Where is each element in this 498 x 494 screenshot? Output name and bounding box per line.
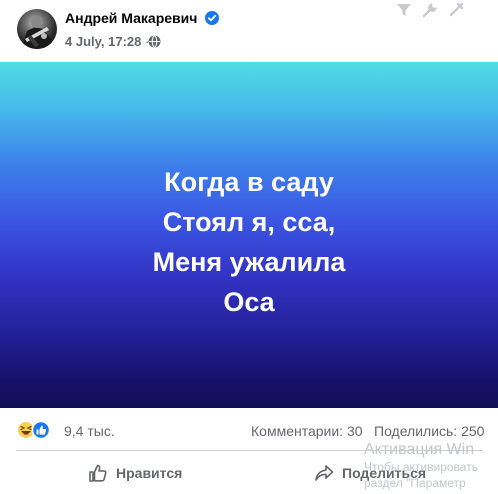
wrench-icon[interactable]	[422, 2, 438, 18]
comments-count[interactable]: Комментарии: 30	[251, 423, 363, 439]
share-label: Поделиться	[342, 465, 427, 481]
share-button[interactable]: Поделиться	[314, 458, 426, 488]
post-image-text: Когда в саду Стоял я, сса, Меня ужалила …	[0, 162, 498, 322]
like-label: Нравится	[116, 465, 183, 481]
poem-line: Оса	[223, 287, 275, 317]
post-header: Андрей Макаревич 4 July, 17:28 ·	[0, 0, 498, 62]
poem-line: Когда в саду	[164, 167, 334, 197]
like-icon	[31, 420, 51, 440]
globe-icon	[148, 35, 161, 48]
settings-icon[interactable]	[448, 2, 464, 18]
post-timestamp[interactable]: 4 July, 17:28 ·	[65, 34, 149, 49]
author-name[interactable]: Андрей Макаревич	[65, 10, 197, 26]
post-stats: 9,4 тыс. Комментарии: 30 Поделились: 250	[0, 416, 498, 444]
share-arrow-icon	[315, 465, 334, 481]
reaction-icons[interactable]	[17, 420, 59, 440]
post-actions: Нравится Поделиться	[0, 452, 498, 494]
verified-badge-icon	[205, 11, 219, 25]
filter-icon[interactable]	[396, 2, 412, 18]
thumbs-up-icon	[89, 464, 107, 482]
post-time-text[interactable]: 4 July, 17:28	[65, 34, 141, 49]
reactions-count[interactable]: 9,4 тыс.	[64, 423, 115, 439]
divider	[16, 450, 482, 451]
post-image[interactable]: Когда в саду Стоял я, сса, Меня ужалила …	[0, 62, 498, 408]
avatar[interactable]	[17, 9, 57, 49]
poem-line: Стоял я, сса,	[162, 207, 336, 237]
poem-line: Меня ужалила	[152, 247, 346, 277]
shares-count[interactable]: Поделились: 250	[374, 423, 484, 439]
like-button[interactable]: Нравится	[88, 458, 182, 488]
